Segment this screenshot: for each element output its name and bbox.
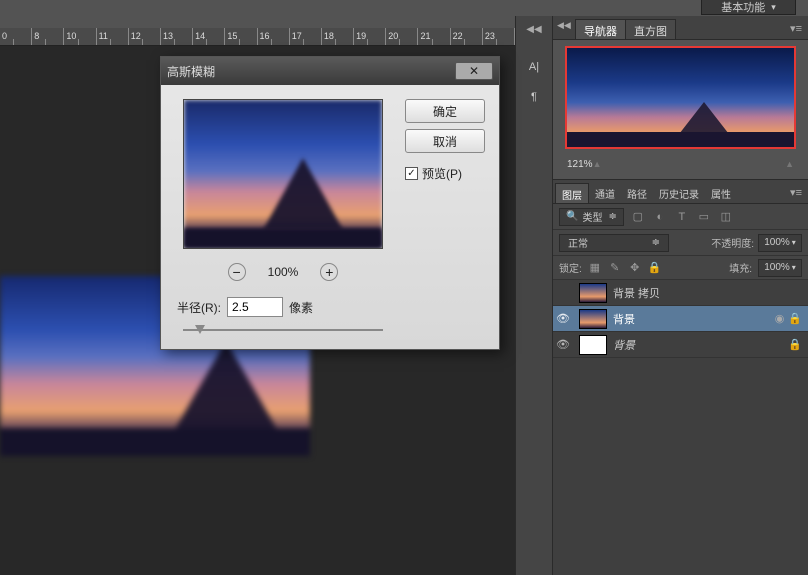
- character-panel-icon[interactable]: A|: [522, 55, 546, 79]
- search-icon: 🔍: [566, 211, 578, 222]
- opacity-label: 不透明度:: [711, 235, 754, 250]
- tab-paths[interactable]: 路径: [621, 183, 653, 203]
- tab-properties[interactable]: 属性: [705, 183, 737, 203]
- tab-history[interactable]: 历史记录: [653, 183, 705, 203]
- preview-checkbox[interactable]: ✓: [405, 167, 418, 180]
- close-icon: ✕: [469, 64, 479, 78]
- lock-transparency-icon[interactable]: ▦: [588, 261, 602, 274]
- layer-row[interactable]: 👁背景 拷贝: [553, 280, 808, 306]
- tab-navigator[interactable]: 导航器: [575, 19, 626, 39]
- ruler-tick: 15: [225, 28, 257, 45]
- lock-pixels-icon[interactable]: ✎: [608, 261, 622, 274]
- visibility-toggle[interactable]: 👁: [553, 312, 573, 325]
- panel-menu-icon[interactable]: ▾≡: [790, 22, 802, 35]
- tab-layers[interactable]: 图层: [555, 183, 589, 203]
- paragraph-panel-icon[interactable]: ¶: [522, 85, 546, 109]
- gaussian-blur-dialog: 高斯模糊 ✕ − 100% + 半径(R): 像素 确定 取消: [160, 56, 500, 350]
- tab-channels[interactable]: 通道: [589, 183, 621, 203]
- collapse-arrow-icon[interactable]: ◀◀: [526, 24, 541, 35]
- layer-thumbnail[interactable]: [579, 309, 607, 329]
- filter-type-icon[interactable]: T: [674, 209, 690, 225]
- ruler-tick: 10: [64, 28, 96, 45]
- layer-row[interactable]: 👁 背景◉🔒: [553, 306, 808, 332]
- ruler-tick: 18: [322, 28, 354, 45]
- layer-row[interactable]: 👁 背景🔒: [553, 332, 808, 358]
- zoom-out-icon[interactable]: ▲: [593, 159, 602, 169]
- ruler-tick: 17: [290, 28, 322, 45]
- layer-name: 背景 拷贝: [613, 285, 802, 301]
- ruler-tick: 14: [193, 28, 225, 45]
- navigator-body: 121% ▲ ▲: [553, 40, 808, 180]
- lock-icon: 🔒: [788, 338, 802, 351]
- ruler-tick: 12: [129, 28, 161, 45]
- ruler-tick: 16: [258, 28, 290, 45]
- radius-input[interactable]: [227, 297, 283, 317]
- ruler-tick: 19: [354, 28, 386, 45]
- layer-effects-icon[interactable]: ◉: [775, 312, 785, 325]
- layer-thumbnail[interactable]: [579, 335, 607, 355]
- panel-stack: ◀◀ 导航器 直方图 ▾≡ 121% ▲ ▲ 图层 通道 路径 历史记录 属性 …: [553, 16, 808, 575]
- lock-all-icon[interactable]: 🔒: [648, 261, 662, 274]
- collapse-arrow-icon[interactable]: ◀◀: [557, 20, 571, 31]
- navigator-zoom-slider[interactable]: [612, 160, 776, 168]
- preview-zoom-value: 100%: [268, 265, 299, 279]
- filter-adjustment-icon[interactable]: ◐: [652, 209, 668, 225]
- navigator-tab-bar: ◀◀ 导航器 直方图 ▾≡: [553, 16, 808, 40]
- ruler-tick: 0: [0, 28, 32, 45]
- workspace-label: 基本功能: [721, 0, 765, 15]
- layer-kind-filter[interactable]: 🔍 类型 ≑: [559, 208, 624, 226]
- zoom-in-button[interactable]: +: [320, 263, 338, 281]
- ruler-tick: 20: [386, 28, 418, 45]
- ruler-tick: 13: [161, 28, 193, 45]
- radius-label: 半径(R):: [177, 299, 221, 316]
- close-button[interactable]: ✕: [455, 62, 493, 80]
- blur-preview[interactable]: [183, 99, 383, 249]
- panel-menu-icon[interactable]: ▾≡: [790, 186, 802, 199]
- ruler-tick: 23: [483, 28, 515, 45]
- zoom-out-button[interactable]: −: [228, 263, 246, 281]
- filter-pixel-icon[interactable]: ▢: [630, 209, 646, 225]
- layer-blend-bar: 正常 ≑ 不透明度: 100%▾: [553, 230, 808, 256]
- radius-slider[interactable]: [183, 325, 383, 335]
- fill-value[interactable]: 100%▾: [758, 259, 802, 277]
- layer-list: 👁背景 拷贝👁背景◉🔒👁背景🔒: [553, 280, 808, 575]
- chevron-down-icon: ≑: [608, 211, 616, 222]
- layers-tab-bar: 图层 通道 路径 历史记录 属性 ▾≡: [553, 180, 808, 204]
- ruler-tick: 21: [418, 28, 450, 45]
- chevron-down-icon: ≑: [652, 237, 660, 248]
- visibility-toggle[interactable]: 👁: [553, 338, 573, 351]
- zoom-in-icon[interactable]: ▲: [785, 159, 794, 169]
- layer-name: 背景: [613, 311, 775, 327]
- blend-mode-dropdown[interactable]: 正常 ≑: [559, 234, 669, 252]
- lock-position-icon[interactable]: ✥: [628, 261, 642, 274]
- dock-icon-strip: ◀◀ A| ¶: [515, 16, 553, 575]
- preview-checkbox-label: 预览(P): [422, 165, 462, 182]
- right-dock: ◀◀ A| ¶ ◀◀ 导航器 直方图 ▾≡ 121% ▲ ▲ 图层 通道: [515, 16, 808, 575]
- ruler-tick: 8: [32, 28, 64, 45]
- navigator-zoom-value: 121%: [567, 159, 593, 170]
- dialog-title: 高斯模糊: [167, 63, 215, 80]
- filter-shape-icon[interactable]: ▭: [696, 209, 712, 225]
- workspace-switcher[interactable]: 基本功能 ▾: [701, 0, 796, 15]
- lock-icon: 🔒: [788, 312, 802, 325]
- radius-unit: 像素: [289, 299, 313, 316]
- ruler-tick: 22: [451, 28, 483, 45]
- opacity-value[interactable]: 100%▾: [758, 234, 802, 252]
- slider-knob[interactable]: [195, 325, 205, 334]
- ok-button[interactable]: 确定: [405, 99, 485, 123]
- navigator-thumbnail[interactable]: [565, 46, 796, 149]
- cancel-button[interactable]: 取消: [405, 129, 485, 153]
- ruler-tick: 11: [97, 28, 129, 45]
- layer-thumbnail[interactable]: [579, 283, 607, 303]
- layer-lock-bar: 锁定: ▦ ✎ ✥ 🔒 填充: 100%▾: [553, 256, 808, 280]
- fill-label: 填充:: [729, 260, 752, 275]
- lock-label: 锁定:: [559, 260, 582, 275]
- tab-histogram[interactable]: 直方图: [625, 19, 676, 39]
- dialog-titlebar[interactable]: 高斯模糊 ✕: [161, 57, 499, 85]
- horizontal-ruler: 081011121314151617181920212223: [0, 28, 515, 46]
- layer-filter-bar: 🔍 类型 ≑ ▢ ◐ T ▭ ◫: [553, 204, 808, 230]
- layer-name: 背景: [613, 337, 788, 353]
- chevron-down-icon: ▾: [771, 2, 776, 13]
- filter-smartobject-icon[interactable]: ◫: [718, 209, 734, 225]
